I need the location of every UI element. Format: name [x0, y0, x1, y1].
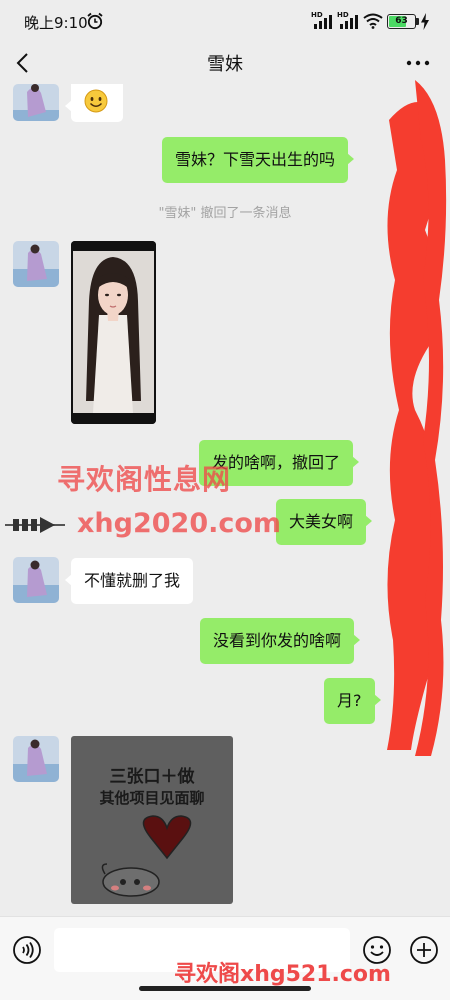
- smiley-emoji-icon: [84, 89, 108, 113]
- watermark-text: 寻欢阁性息网: [57, 463, 232, 496]
- watermark-arrow-icon: [5, 517, 65, 533]
- sticker-caption-line1: 三张口＋做: [109, 767, 195, 787]
- outgoing-message[interactable]: 没看到你发的啥啊: [200, 618, 361, 664]
- outgoing-message[interactable]: 月?: [324, 678, 380, 724]
- battery-icon: 63: [387, 14, 416, 29]
- contact-avatar[interactable]: [13, 84, 59, 121]
- cellular-signal-icon: HD: [337, 11, 359, 30]
- status-bar: 晚上9:10 HD HD 63: [0, 0, 450, 42]
- red-scribble-redaction: [387, 80, 447, 756]
- more-options-icon[interactable]: [404, 53, 432, 73]
- emoji-message[interactable]: [65, 84, 123, 122]
- contact-avatar[interactable]: [13, 241, 59, 287]
- contact-avatar[interactable]: [13, 557, 59, 603]
- outgoing-message[interactable]: 雪妹？下雪天出生的吗: [162, 137, 355, 183]
- cellular-signal-icon: HD: [311, 11, 333, 30]
- chat-title: 雪妹: [207, 54, 243, 75]
- home-indicator[interactable]: [139, 986, 311, 991]
- outgoing-message[interactable]: 大美女啊: [276, 499, 373, 545]
- chat-nav-bar: 雪妹: [0, 42, 450, 84]
- charging-bolt-icon: [421, 13, 429, 30]
- alarm-clock-icon: [87, 12, 103, 30]
- watermark-text: xhg2020.com: [77, 508, 282, 539]
- add-attachment-icon[interactable]: [409, 935, 439, 965]
- sticker-image[interactable]: 三张口＋做 其他项目见面聊: [71, 736, 233, 904]
- incoming-message[interactable]: 不懂就删了我: [64, 558, 194, 604]
- photo-image[interactable]: [71, 241, 156, 424]
- status-time: 晚上9:10: [24, 14, 88, 32]
- wifi-icon: [363, 13, 383, 29]
- contact-avatar[interactable]: [13, 736, 59, 782]
- watermark-text: 寻欢阁xhg521.com: [174, 962, 391, 987]
- battery-tip: [416, 18, 419, 25]
- sticker-caption-line2: 其他项目见面聊: [99, 789, 205, 807]
- voice-input-icon[interactable]: [12, 935, 42, 965]
- battery-level: 63: [395, 16, 408, 26]
